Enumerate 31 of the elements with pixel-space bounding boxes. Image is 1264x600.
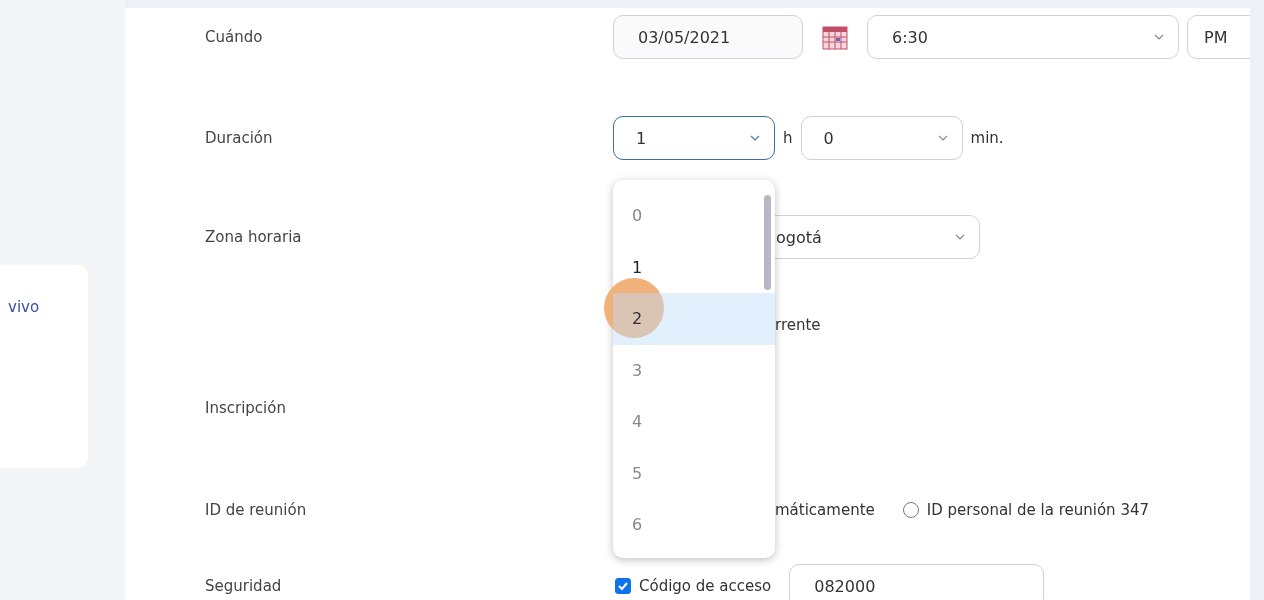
field-label: ID de reunión xyxy=(205,501,308,519)
passcode-field[interactable]: 082000 xyxy=(789,564,1045,600)
chevron-icon xyxy=(937,135,948,141)
field-label: Zona horaria xyxy=(205,228,303,246)
dropdown-option[interactable]: 4 xyxy=(613,396,775,448)
time-select[interactable]: 6:30 xyxy=(867,15,1179,59)
field-label: Seguridad xyxy=(205,577,283,595)
chevron-icon xyxy=(1154,34,1164,40)
date-field[interactable]: 03/05/2021 xyxy=(613,15,803,59)
chevron-icon xyxy=(750,135,760,141)
scrollbar-thumb[interactable] xyxy=(764,195,771,290)
hours-select[interactable]: 1 xyxy=(613,116,775,160)
dropdown-option[interactable]: 2 xyxy=(613,293,775,345)
radio-label: máticamente xyxy=(775,501,875,519)
chevron-icon xyxy=(955,234,965,240)
unit-label: min. xyxy=(970,129,1004,147)
checkbox-label: Código de acceso xyxy=(639,577,772,595)
checkbox[interactable] xyxy=(615,578,631,594)
period-select[interactable]: PM xyxy=(1187,15,1250,59)
field-label: Duración xyxy=(205,129,274,147)
field-label: Cuándo xyxy=(205,28,264,46)
dropdown-option[interactable]: 6 xyxy=(613,499,775,551)
recurring-label: rrente xyxy=(775,316,821,334)
unit-label: h xyxy=(783,129,793,147)
dropdown-option[interactable]: 3 xyxy=(613,344,775,396)
field-label: Inscripción xyxy=(205,399,287,417)
sidebar-link[interactable]: vivo xyxy=(0,298,88,316)
radio-label: ID personal de la reunión 347 xyxy=(926,501,1149,519)
minutes-select[interactable]: 0 xyxy=(800,116,963,160)
calendar-icon[interactable] xyxy=(821,23,849,51)
dropdown-option[interactable]: 5 xyxy=(613,447,775,499)
